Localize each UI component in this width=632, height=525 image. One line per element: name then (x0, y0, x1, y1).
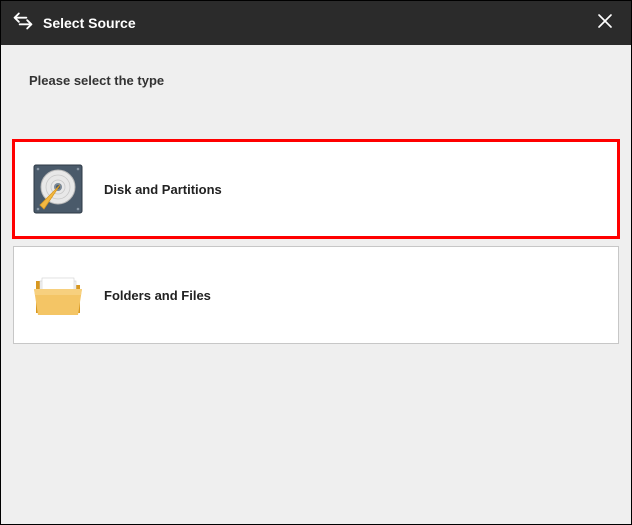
dialog-content: Please select the type D (1, 45, 631, 524)
disk-icon (30, 161, 86, 217)
folder-icon (30, 267, 86, 323)
option-label: Folders and Files (104, 288, 211, 303)
titlebar: Select Source (1, 1, 631, 45)
close-button[interactable] (591, 9, 619, 37)
titlebar-left: Select Source (13, 11, 136, 36)
swap-icon (13, 11, 33, 36)
option-label: Disk and Partitions (104, 182, 222, 197)
close-icon (596, 12, 614, 35)
prompt-text: Please select the type (13, 73, 619, 88)
select-source-dialog: Select Source Please select the type (0, 0, 632, 525)
option-disk-and-partitions[interactable]: Disk and Partitions (13, 140, 619, 238)
option-folders-and-files[interactable]: Folders and Files (13, 246, 619, 344)
dialog-title: Select Source (43, 15, 136, 31)
